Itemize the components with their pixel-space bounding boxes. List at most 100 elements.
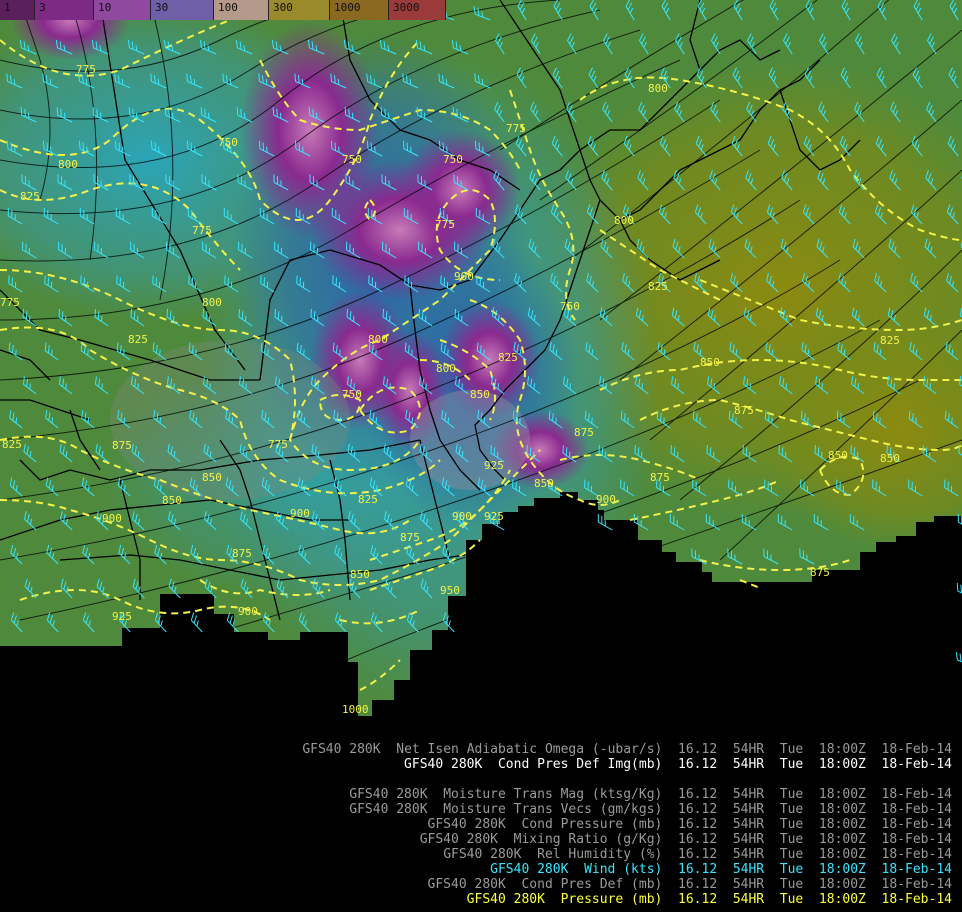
info-field: Moisture Trans Vecs (gm/kgs): [443, 802, 663, 817]
contour-label: 850: [162, 494, 182, 507]
color-scale-legend: 1 3 10 30 100 300 1000 3000: [0, 0, 446, 20]
info-fhr: 54HR: [732, 817, 765, 832]
contour-label: 775: [268, 438, 288, 451]
info-day: Tue: [779, 877, 804, 892]
contour-label: 775: [506, 122, 526, 135]
info-day: Tue: [779, 847, 804, 862]
info-field: Cond Pres Def (mb): [521, 877, 663, 892]
info-day: Tue: [779, 817, 804, 832]
info-level: 280K: [451, 757, 483, 772]
contour-label: 800: [368, 333, 388, 346]
contour-label: 900: [102, 512, 122, 525]
legend-cell: 1: [0, 0, 35, 20]
contour-label: 950: [440, 584, 460, 597]
info-day: Tue: [779, 742, 804, 757]
contour-label: 900: [452, 510, 472, 523]
info-level: 280K: [474, 877, 506, 892]
legend-cell: 30: [151, 0, 214, 20]
info-run: 16.12: [678, 787, 718, 802]
info-line: GFS40 280K Pressure (mb) 16.12 54HR Tue …: [467, 892, 952, 907]
info-fhr: 54HR: [732, 787, 765, 802]
contour-label: 775: [76, 63, 96, 76]
contour-label: 750: [560, 300, 580, 313]
info-time: 18:00Z: [818, 787, 866, 802]
contour-label: 800: [614, 214, 634, 227]
contour-label: 875: [400, 531, 420, 544]
info-field: Pressure (mb): [560, 892, 663, 907]
contour-label: 1000: [342, 703, 369, 716]
contour-label: 750: [342, 153, 362, 166]
info-fhr: 54HR: [732, 892, 765, 907]
info-level: 280K: [537, 862, 569, 877]
contour-label: 775: [435, 218, 455, 231]
info-field: Cond Pressure (mb): [521, 817, 663, 832]
contour-label: 925: [484, 510, 504, 523]
info-date: 18-Feb-14: [881, 847, 952, 862]
info-fhr: 54HR: [732, 832, 765, 847]
info-day: Tue: [779, 757, 804, 772]
info-run: 16.12: [678, 757, 718, 772]
contour-label: 850: [828, 449, 848, 462]
contour-label: 900: [290, 507, 310, 520]
info-fhr: 54HR: [732, 742, 765, 757]
info-time: 18:00Z: [818, 742, 866, 757]
info-model: GFS40: [427, 877, 467, 892]
contour-label: 875: [574, 426, 594, 439]
info-level: 280K: [349, 742, 381, 757]
contour-label: 925: [484, 459, 504, 472]
info-date: 18-Feb-14: [881, 832, 952, 847]
info-fhr: 54HR: [732, 802, 765, 817]
info-fhr: 54HR: [732, 862, 765, 877]
info-field: Moisture Trans Mag (ktsg/Kg): [443, 787, 663, 802]
info-field: Rel Humidity (%): [537, 847, 663, 862]
info-level: 280K: [490, 847, 522, 862]
info-time: 18:00Z: [818, 892, 866, 907]
info-run: 16.12: [678, 877, 718, 892]
info-fhr: 54HR: [732, 847, 765, 862]
info-date: 18-Feb-14: [881, 877, 952, 892]
info-run: 16.12: [678, 802, 718, 817]
contour-label: 825: [880, 334, 900, 347]
contour-label: 750: [443, 153, 463, 166]
info-date: 18-Feb-14: [881, 892, 952, 907]
info-model: GFS40: [466, 892, 506, 907]
info-model: GFS40: [349, 802, 389, 817]
contour-label: 900: [454, 270, 474, 283]
info-date: 18-Feb-14: [881, 802, 952, 817]
contour-label: 850: [700, 356, 720, 369]
info-time: 18:00Z: [818, 832, 866, 847]
legend-cell: 100: [214, 0, 269, 20]
legend-tick-label: 300: [273, 1, 293, 14]
contour-label: 850: [534, 477, 554, 490]
contour-label: 850: [880, 452, 900, 465]
contour-label: 800: [648, 82, 668, 95]
contour-label: 750: [342, 388, 362, 401]
info-model: GFS40: [427, 817, 467, 832]
info-level: 280K: [396, 802, 428, 817]
info-date: 18-Feb-14: [881, 757, 952, 772]
info-fhr: 54HR: [732, 757, 765, 772]
contour-label: 925: [112, 610, 132, 623]
legend-tick-label: 1: [4, 1, 11, 14]
info-level: 280K: [474, 817, 506, 832]
info-line: GFS40 280K Moisture Trans Vecs (gm/kgs) …: [349, 802, 952, 817]
info-run: 16.12: [678, 847, 718, 862]
contour-label: 875: [810, 566, 830, 579]
info-run: 16.12: [678, 862, 718, 877]
info-run: 16.12: [678, 817, 718, 832]
info-time: 18:00Z: [818, 757, 866, 772]
info-date: 18-Feb-14: [881, 862, 952, 877]
legend-cell: 10: [94, 0, 151, 20]
contour-label: 875: [650, 471, 670, 484]
contour-label: 825: [648, 280, 668, 293]
contour-label: 775: [0, 296, 20, 309]
info-date: 18-Feb-14: [881, 742, 952, 757]
legend-cell: 300: [269, 0, 330, 20]
info-line: GFS40 280K Moisture Trans Mag (ktsg/Kg) …: [349, 787, 952, 802]
info-day: Tue: [779, 802, 804, 817]
info-run: 16.12: [678, 832, 718, 847]
contour-label: 850: [202, 471, 222, 484]
info-time: 18:00Z: [818, 862, 866, 877]
info-model: GFS40: [443, 847, 483, 862]
info-line: GFS40 280K Rel Humidity (%) 16.12 54HR T…: [443, 847, 952, 862]
